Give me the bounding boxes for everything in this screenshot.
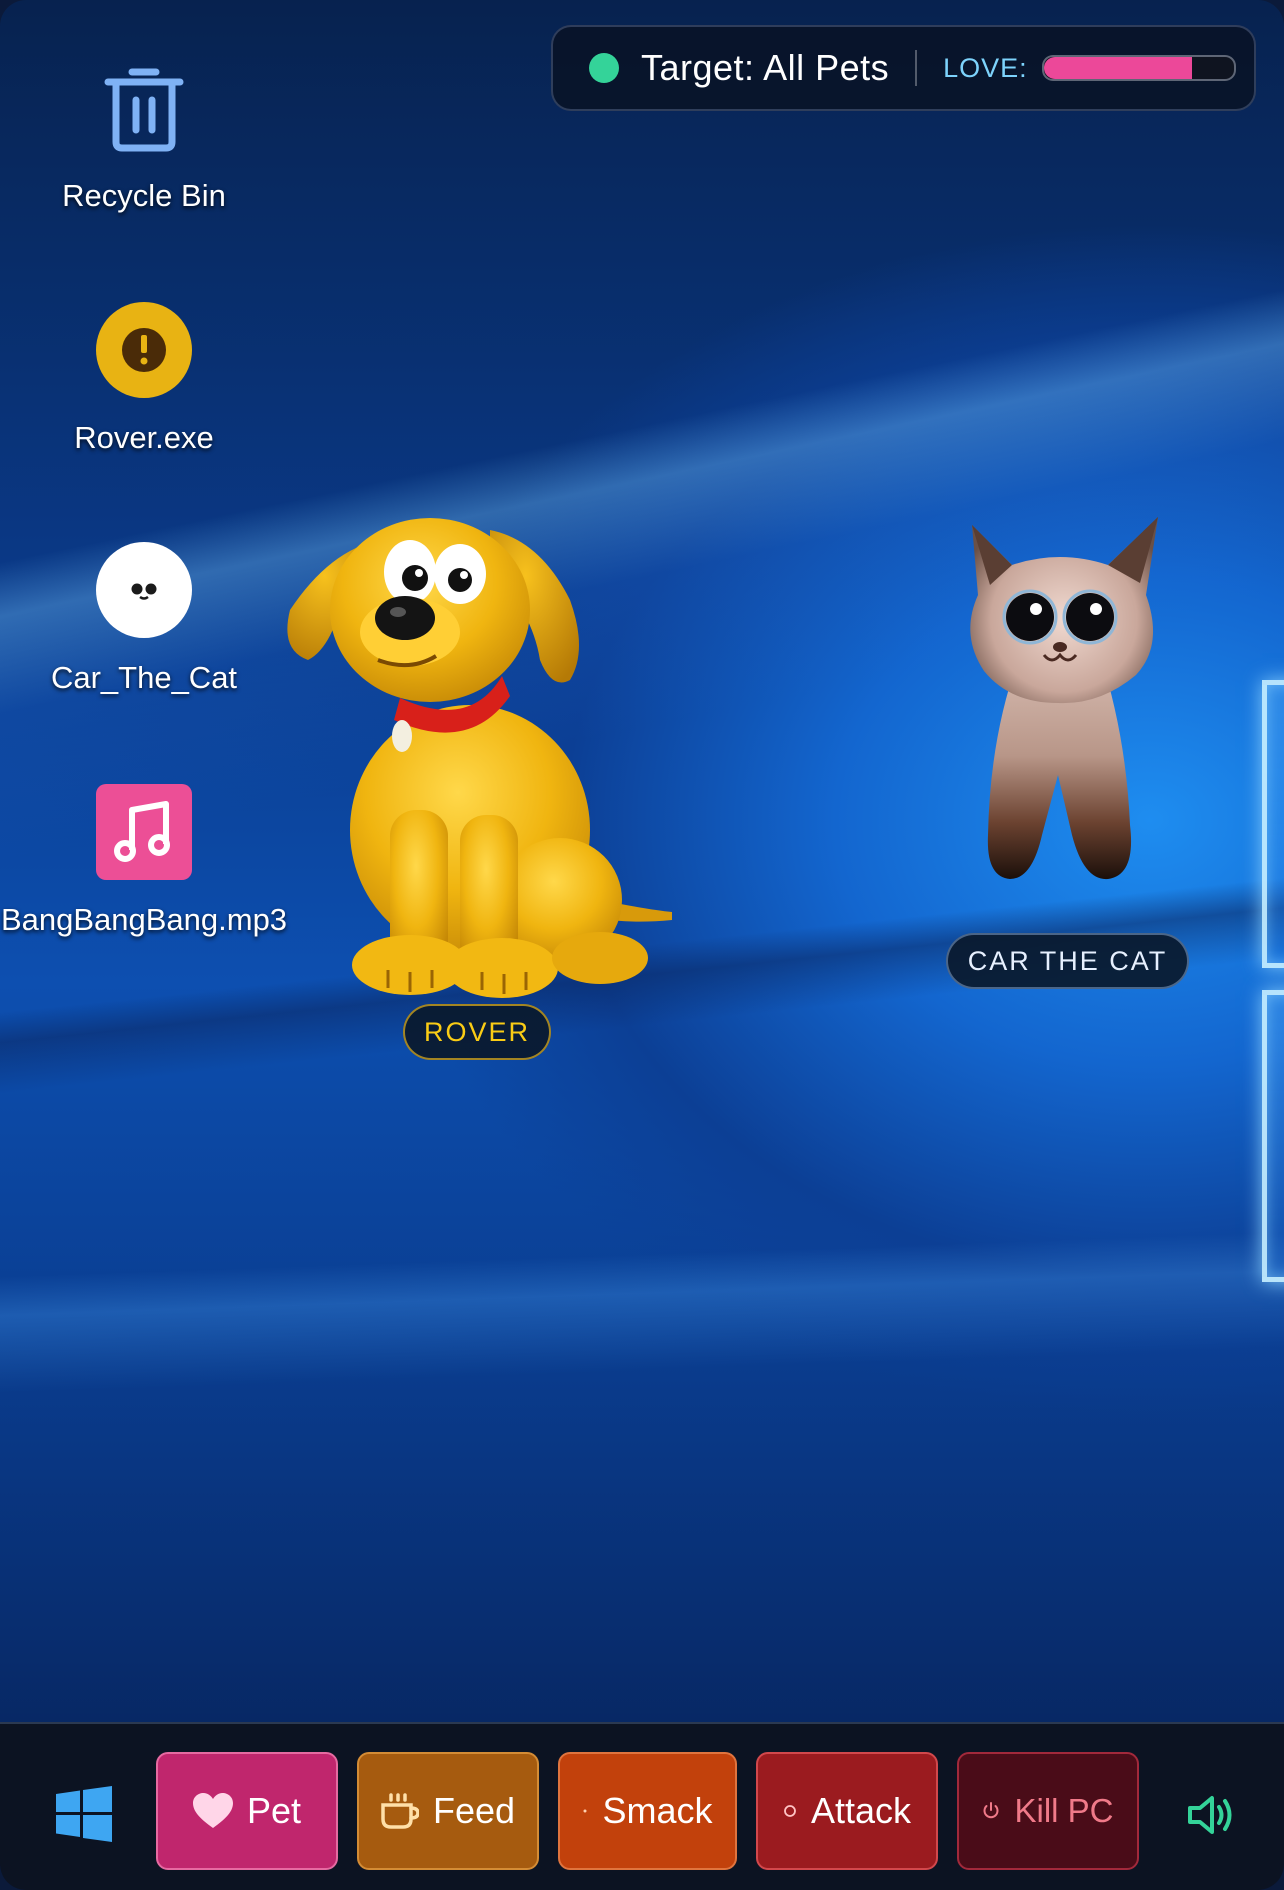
kill-pc-button-label: Kill PC (1014, 1792, 1114, 1829)
desktop-icon-car-the-cat[interactable]: Car_The_Cat (0, 542, 288, 696)
desktop-icon-rover-exe[interactable]: Rover.exe (0, 302, 288, 456)
status-indicator-dot (589, 53, 619, 83)
desktop-screen: Recycle Bin Rover.exe Car_The_Cat BangBa… (0, 0, 1284, 1890)
heart-icon (192, 1793, 233, 1829)
desktop-icon-recycle-bin[interactable]: Recycle Bin (0, 60, 288, 214)
windows-logo-icon (56, 1786, 112, 1842)
smack-button-label: Smack (602, 1790, 713, 1831)
target-text: Target: All Pets (641, 47, 890, 88)
attack-button-label: Attack (810, 1790, 912, 1831)
rover-dog-sprite (287, 518, 672, 998)
cup-icon (381, 1793, 419, 1829)
feed-button[interactable]: Feed (357, 1752, 539, 1870)
start-button[interactable] (56, 1786, 112, 1842)
music-note-icon (96, 784, 192, 880)
love-meter-fill (1043, 57, 1192, 79)
desktop-icon-label: Recycle Bin (62, 178, 226, 213)
kill-pc-button[interactable]: Kill PC (957, 1752, 1139, 1870)
love-meter (1041, 55, 1236, 81)
pet-name-tag-rover: ROVER (403, 1004, 551, 1060)
desktop-icon-bangbangbang-mp3[interactable]: BangBangBang.mp3 (0, 784, 288, 938)
pet-car-the-cat[interactable] (950, 505, 1180, 895)
pet-button[interactable]: Pet (156, 1752, 338, 1870)
attack-button[interactable]: Attack (756, 1752, 938, 1870)
taskbar: Pet Feed Smack Attack Kill PC (0, 1722, 1284, 1890)
trash-icon (96, 60, 192, 156)
power-icon (982, 1802, 1000, 1820)
speaker-icon (1188, 1796, 1232, 1834)
desktop-icon-label: Rover.exe (74, 420, 214, 455)
car-the-cat-sprite (970, 517, 1158, 880)
desktop-icon-label: Car_The_Cat (50, 660, 238, 695)
wallpaper-window-pane (1262, 990, 1284, 1282)
pet-name-tag-car-the-cat: CAR THE CAT (946, 933, 1189, 989)
pet-rover[interactable] (270, 500, 690, 1000)
warning-icon (96, 302, 192, 398)
love-label: LOVE: (943, 52, 1028, 83)
target-icon (783, 1804, 797, 1818)
desktop-icon-label: BangBangBang.mp3 (0, 902, 288, 937)
target-status-bar: Target: All Pets LOVE: (551, 25, 1256, 111)
divider (915, 50, 918, 86)
smack-button[interactable]: Smack (558, 1752, 737, 1870)
dot-icon (582, 1807, 588, 1815)
feed-button-label: Feed (432, 1790, 516, 1831)
wallpaper-window-pane (1262, 680, 1284, 968)
pet-button-label: Pet (246, 1790, 302, 1831)
volume-button[interactable] (1186, 1790, 1236, 1840)
cat-face-icon (96, 542, 192, 638)
